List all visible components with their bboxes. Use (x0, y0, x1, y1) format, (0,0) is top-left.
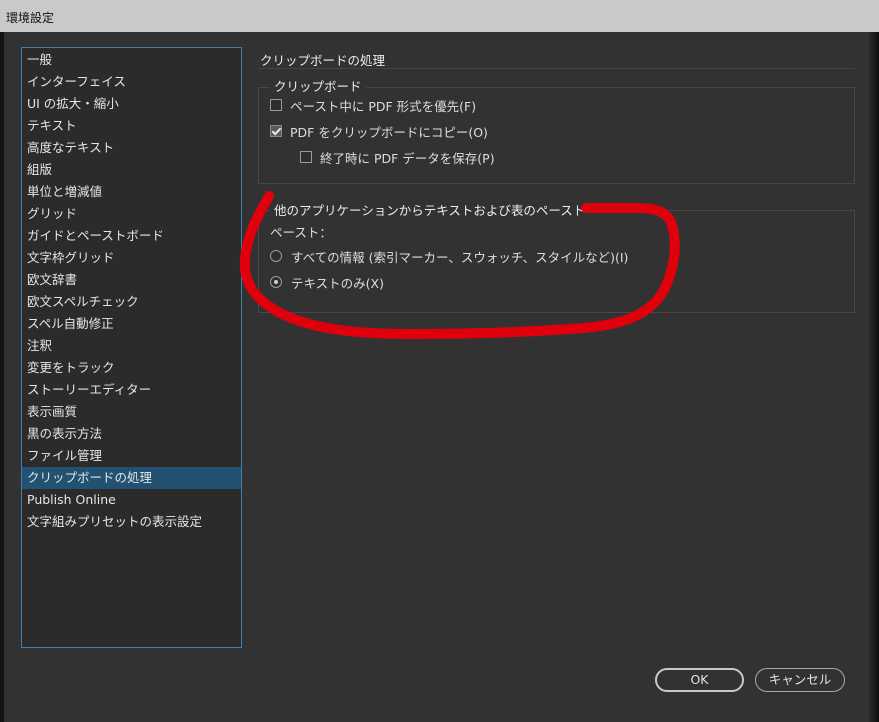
category-list: 一般 インターフェイス UI の拡大・縮小 テキスト 高度なテキスト 組版 単位… (21, 47, 242, 648)
all-information-label: すべての情報 (索引マーカー、スウォッチ、スタイルなど)(I) (291, 249, 629, 265)
preserve-pdf-checkbox[interactable] (300, 151, 312, 163)
sidebar-item-story-editor[interactable]: ストーリーエディター (22, 379, 241, 401)
sidebar-item-advanced-type[interactable]: 高度なテキスト (22, 137, 241, 159)
sidebar-item-track-changes[interactable]: 変更をトラック (22, 357, 241, 379)
sidebar-item-publish-online[interactable]: Publish Online (22, 489, 241, 511)
sidebar-item-clipboard-handling[interactable]: クリップボードの処理 (22, 467, 241, 489)
ok-button[interactable]: OK (655, 668, 744, 692)
title-bar[interactable]: 環境設定 (0, 0, 879, 32)
sidebar-item-autocorrect[interactable]: スペル自動修正 (22, 313, 241, 335)
prefer-pdf-label: ペースト中に PDF 形式を優先(F) (290, 98, 477, 114)
sidebar-item-file-handling[interactable]: ファイル管理 (22, 445, 241, 467)
sidebar-item-spelling[interactable]: 欧文スペルチェック (22, 291, 241, 313)
clipboard-group-legend: クリップボード (270, 76, 366, 95)
section-title: クリップボードの処理 (260, 53, 386, 68)
text-only-option[interactable]: テキストのみ(X) (270, 273, 384, 291)
sidebar-item-notes[interactable]: 注釈 (22, 335, 241, 357)
copy-pdf-label: PDF をクリップボードにコピー(O) (290, 124, 488, 140)
text-only-radio[interactable] (270, 276, 282, 288)
sidebar-item-guides-pasteboard[interactable]: ガイドとペーストボード (22, 225, 241, 247)
left-edge (0, 32, 4, 722)
sidebar-item-type[interactable]: テキスト (22, 115, 241, 137)
text-only-label: テキストのみ(X) (291, 275, 384, 291)
preserve-pdf-label: 終了時に PDF データを保存(P) (320, 150, 495, 166)
sidebar-item-frame-grid[interactable]: 文字枠グリッド (22, 247, 241, 269)
preserve-pdf-option[interactable]: 終了時に PDF データを保存(P) (300, 148, 495, 166)
sidebar-item-appearance-of-black[interactable]: 黒の表示方法 (22, 423, 241, 445)
sidebar-item-mojikumi-presets[interactable]: 文字組みプリセットの表示設定 (22, 511, 241, 533)
right-edge (869, 32, 879, 722)
copy-pdf-checkbox[interactable] (270, 125, 282, 137)
sidebar-item-units-increments[interactable]: 単位と増減値 (22, 181, 241, 203)
sidebar-item-grids[interactable]: グリッド (22, 203, 241, 225)
paste-label: ペースト： (270, 225, 332, 240)
section-divider (258, 68, 855, 69)
all-information-option[interactable]: すべての情報 (索引マーカー、スウォッチ、スタイルなど)(I) (270, 247, 628, 265)
all-information-radio[interactable] (270, 250, 282, 262)
cancel-button[interactable]: キャンセル (755, 668, 845, 692)
paste-group-legend: 他のアプリケーションからテキストおよび表のペースト (270, 200, 590, 219)
sidebar-item-ui-scaling[interactable]: UI の拡大・縮小 (22, 93, 241, 115)
copy-pdf-option[interactable]: PDF をクリップボードにコピー(O) (270, 122, 488, 140)
sidebar-item-interface[interactable]: インターフェイス (22, 71, 241, 93)
prefer-pdf-option[interactable]: ペースト中に PDF 形式を優先(F) (270, 96, 476, 114)
sidebar-item-general[interactable]: 一般 (22, 49, 241, 71)
sidebar-item-composition[interactable]: 組版 (22, 159, 241, 181)
window-title: 環境設定 (6, 11, 55, 25)
sidebar-item-display-performance[interactable]: 表示画質 (22, 401, 241, 423)
prefer-pdf-checkbox[interactable] (270, 99, 282, 111)
preferences-window: 環境設定 一般 インターフェイス UI の拡大・縮小 テキスト 高度なテキスト … (0, 0, 879, 722)
sidebar-item-dictionary[interactable]: 欧文辞書 (22, 269, 241, 291)
